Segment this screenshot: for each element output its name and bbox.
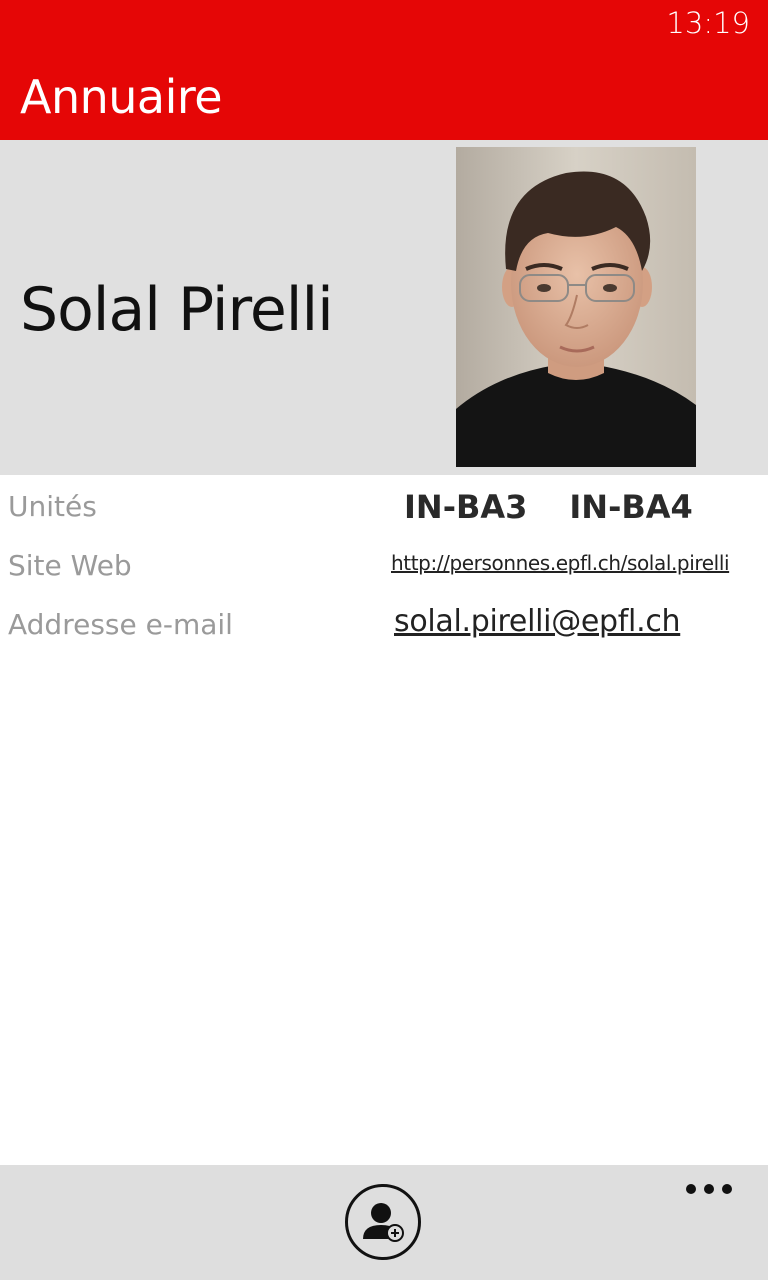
title-bar: Annuaire: [0, 52, 768, 140]
website-link[interactable]: http://personnes.epfl.ch/solal.pirelli: [391, 551, 730, 575]
ellipsis-icon: [686, 1184, 696, 1194]
unit-item: IN-BA3: [404, 488, 528, 526]
app-bar: [0, 1165, 768, 1280]
email-label: Addresse e-mail: [8, 608, 233, 641]
screen: 13:19 Annuaire Solal Pirelli Unités IN-B…: [0, 0, 768, 1280]
ellipsis-icon: [722, 1184, 732, 1194]
units-label: Unités: [8, 490, 97, 523]
unit-item: IN-BA4: [569, 488, 693, 526]
units-list: IN-BA3 IN-BA4: [404, 488, 693, 526]
person-name: Solal Pirelli: [20, 275, 334, 345]
email-link[interactable]: solal.pirelli@epfl.ch: [394, 604, 681, 639]
more-options-button[interactable]: [686, 1182, 732, 1196]
status-time: 13:19: [666, 6, 750, 40]
ellipsis-icon: [704, 1184, 714, 1194]
add-contact-icon: [363, 1203, 404, 1242]
app-title: Annuaire: [20, 70, 223, 124]
website-label: Site Web: [8, 549, 132, 582]
status-bar: 13:19: [0, 0, 768, 52]
profile-photo: [456, 147, 696, 467]
person-header: Solal Pirelli: [0, 140, 768, 475]
add-contact-button[interactable]: [345, 1184, 421, 1260]
